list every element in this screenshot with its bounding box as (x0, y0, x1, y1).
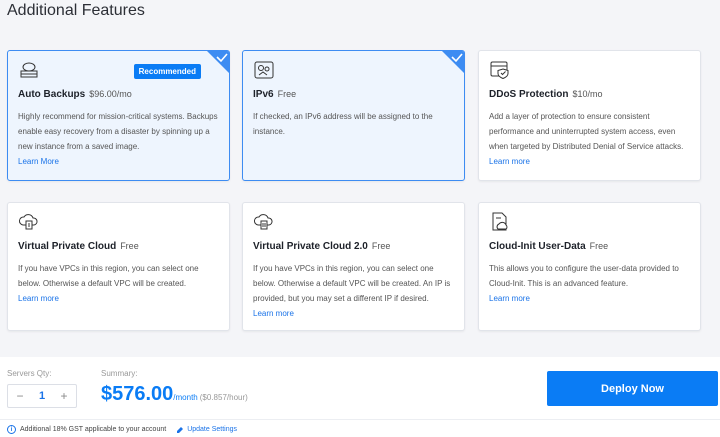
cloud-init-doc-icon (492, 212, 508, 231)
summary-per-month: /month (173, 393, 198, 402)
ipv6-map-icon (254, 61, 274, 79)
card-description: If you have VPCs in this region, you can… (253, 264, 451, 303)
decrement-button[interactable]: − (14, 389, 26, 403)
pencil-icon (177, 426, 184, 433)
card-price: Free (120, 241, 139, 251)
card-price: Free (589, 241, 609, 251)
feature-card-ddos-protection[interactable]: DDoS Protection $10/mo Add a layer of pro… (478, 50, 701, 181)
gst-text: Additional 18% GST applicable to your ac… (20, 426, 167, 433)
card-price: Free (277, 89, 297, 99)
card-title: Virtual Private Cloud 2.0 (253, 241, 368, 252)
summary-label: Summary: (101, 369, 138, 378)
learn-more-link[interactable]: Learn more (18, 291, 223, 306)
section-title: Additional Features (7, 2, 145, 19)
checkmark-corner-icon (207, 51, 229, 73)
card-description: Highly recommend for mission-critical sy… (18, 112, 218, 151)
feature-card-auto-backups[interactable]: Recommended Auto Backups $96.00/mo Highly… (7, 50, 230, 181)
increment-button[interactable]: + (58, 389, 70, 403)
card-price: $96.00/mo (89, 89, 132, 99)
card-price: Free (371, 241, 391, 251)
summary-hourly-price: ($0.857/hour) (199, 393, 248, 402)
servers-qty-label: Servers Qty: (7, 369, 52, 378)
shield-window-icon (490, 61, 509, 80)
deploy-footer: Servers Qty: − 1 + Summary: $576.00/mont… (0, 357, 720, 437)
feature-card-vpc-2[interactable]: Virtual Private Cloud 2.0 Free If you hav… (242, 202, 465, 331)
info-icon: i (7, 425, 16, 434)
checkmark-corner-icon (442, 51, 464, 73)
vpc-cloud-icon (19, 214, 38, 230)
footer-divider (0, 419, 720, 420)
summary-monthly-price: $576.00 (101, 383, 174, 405)
recommended-badge: Recommended (133, 64, 201, 79)
qty-value[interactable]: 1 (39, 390, 45, 402)
learn-more-link[interactable]: Learn More (18, 154, 223, 169)
card-description: If checked, an IPv6 address will be assi… (253, 112, 433, 136)
learn-more-link[interactable]: Learn more (489, 291, 694, 306)
card-price: $10/mo (572, 89, 603, 99)
feature-card-cloud-init[interactable]: Cloud-Init User-Data Free This allows you… (478, 202, 701, 331)
gst-notice: i Additional 18% GST applicable to your … (7, 425, 237, 434)
card-description: Add a layer of protection to ensure cons… (489, 112, 684, 151)
deploy-now-button[interactable]: Deploy Now (547, 371, 718, 406)
feature-card-vpc[interactable]: Virtual Private Cloud Free If you have VP… (7, 202, 230, 331)
card-title: IPv6 (253, 89, 274, 100)
update-settings-link[interactable]: Update Settings (176, 426, 237, 434)
update-settings-label[interactable]: Update Settings (187, 426, 237, 433)
learn-more-link[interactable]: Learn more (253, 306, 458, 321)
backup-cloud-icon (20, 62, 38, 78)
card-title: Virtual Private Cloud (18, 241, 117, 252)
learn-more-link[interactable]: Learn more (489, 154, 694, 169)
card-title: Cloud-Init User-Data (489, 241, 586, 252)
vpc2-cloud-icon (254, 214, 273, 230)
servers-qty-stepper[interactable]: − 1 + (7, 384, 77, 408)
card-title: DDoS Protection (489, 89, 569, 100)
card-title: Auto Backups (18, 89, 86, 100)
card-description: This allows you to configure the user-da… (489, 264, 679, 288)
feature-card-ipv6[interactable]: IPv6 Free If checked, an IPv6 address wil… (242, 50, 465, 181)
summary-price: $576.00/month ($0.857/hour) (101, 383, 248, 406)
card-description: If you have VPCs in this region, you can… (18, 264, 199, 288)
